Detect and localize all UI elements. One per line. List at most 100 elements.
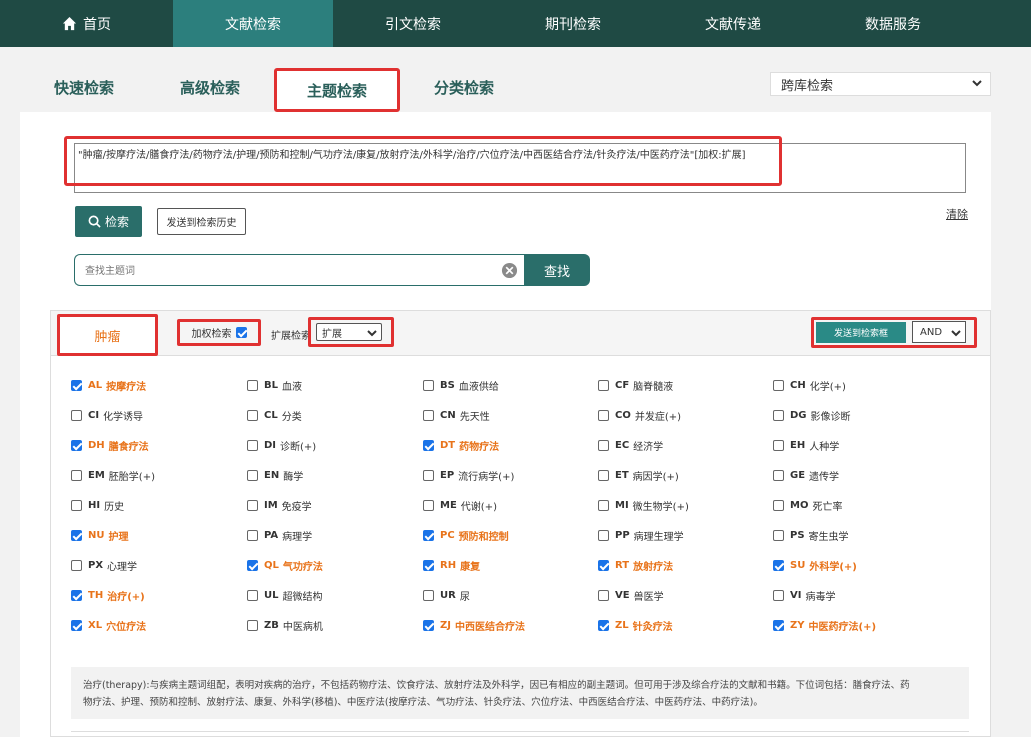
subheading-item-et[interactable]: ET 病因学(+) (598, 468, 679, 483)
subheading-checkbox[interactable] (598, 500, 609, 511)
subheading-item-ep[interactable]: EP 流行病学(+) (423, 468, 514, 483)
subheading-checkbox[interactable] (247, 590, 258, 601)
subheading-checkbox[interactable] (423, 530, 434, 541)
subheading-checkbox[interactable] (71, 530, 82, 541)
subheading-checkbox[interactable] (423, 500, 434, 511)
nav-literature-search[interactable]: 文献检索 (173, 0, 333, 47)
nav-document-delivery[interactable]: 文献传递 (653, 0, 813, 47)
clear-link[interactable]: 清除 (946, 206, 968, 222)
subheading-checkbox[interactable] (773, 500, 784, 511)
subheading-item-bl[interactable]: BL 血液 (247, 378, 302, 393)
operator-select[interactable]: AND (912, 321, 966, 343)
subheading-item-px[interactable]: PX 心理学 (71, 558, 137, 573)
nav-data-service[interactable]: 数据服务 (813, 0, 973, 47)
tab-advanced-search[interactable]: 高级检索 (180, 62, 240, 112)
subheading-checkbox[interactable] (598, 380, 609, 391)
subheading-item-cn[interactable]: CN 先天性 (423, 408, 490, 423)
subheading-checkbox[interactable] (423, 380, 434, 391)
clear-input-icon[interactable] (501, 262, 518, 279)
subheading-item-im[interactable]: IM 免疫学 (247, 498, 312, 513)
tab-quick-search[interactable]: 快速检索 (54, 62, 114, 112)
subheading-checkbox[interactable] (247, 500, 258, 511)
subheading-item-rh[interactable]: RH 康复 (423, 558, 480, 573)
subheading-checkbox[interactable] (773, 560, 784, 571)
subheading-checkbox[interactable] (71, 440, 82, 451)
subheading-checkbox[interactable] (773, 530, 784, 541)
subheading-checkbox[interactable] (423, 470, 434, 481)
subheading-item-me[interactable]: ME 代谢(+) (423, 498, 497, 513)
subheading-item-mi[interactable]: MI 微生物学(+) (598, 498, 689, 513)
term-search-input[interactable] (85, 262, 485, 280)
subheading-item-zl[interactable]: ZL 针灸疗法 (598, 618, 673, 633)
subheading-item-ch[interactable]: CH 化学(+) (773, 378, 846, 393)
subheading-item-cf[interactable]: CF 脑脊髓液 (598, 378, 673, 393)
subheading-item-th[interactable]: TH 治疗(+) (71, 588, 145, 603)
subheading-checkbox[interactable] (71, 410, 82, 421)
weighted-search-option[interactable]: 加权检索 (177, 319, 261, 346)
subheading-checkbox[interactable] (423, 440, 434, 451)
subheading-checkbox[interactable] (247, 560, 258, 571)
subheading-item-en[interactable]: EN 酶学 (247, 468, 303, 483)
subheading-item-ci[interactable]: CI 化学诱导 (71, 408, 143, 423)
subheading-item-pc[interactable]: PC 预防和控制 (423, 528, 509, 543)
subheading-item-ge[interactable]: GE 遗传学 (773, 468, 839, 483)
subheading-checkbox[interactable] (598, 440, 609, 451)
nav-home[interactable]: 首页 (0, 0, 173, 47)
subheading-checkbox[interactable] (598, 620, 609, 631)
subheading-checkbox[interactable] (71, 620, 82, 631)
subheading-checkbox[interactable] (247, 620, 258, 631)
subheading-checkbox[interactable] (423, 590, 434, 601)
subheading-checkbox[interactable] (773, 440, 784, 451)
subheading-item-ve[interactable]: VE 兽医学 (598, 588, 664, 603)
subheading-item-vi[interactable]: VI 病毒学 (773, 588, 835, 603)
subheading-item-ps[interactable]: PS 寄生虫学 (773, 528, 849, 543)
subheading-checkbox[interactable] (773, 380, 784, 391)
subheading-item-dt[interactable]: DT 药物疗法 (423, 438, 499, 453)
subheading-checkbox[interactable] (247, 380, 258, 391)
subheading-item-di[interactable]: DI 诊断(+) (247, 438, 316, 453)
weighted-search-checkbox[interactable] (235, 327, 247, 338)
subheading-checkbox[interactable] (71, 560, 82, 571)
subheading-item-zy[interactable]: ZY 中医药疗法(+) (773, 618, 876, 633)
heading-tab[interactable]: 肿瘤 (57, 314, 158, 356)
subheading-item-al[interactable]: AL 按摩疗法 (71, 378, 146, 393)
tab-classification-search[interactable]: 分类检索 (434, 62, 494, 112)
find-button[interactable]: 查找 (524, 254, 590, 286)
subheading-item-rt[interactable]: RT 放射疗法 (598, 558, 673, 573)
subheading-item-pp[interactable]: PP 病理生理学 (598, 528, 684, 543)
subheading-checkbox[interactable] (423, 620, 434, 631)
subheading-item-hi[interactable]: HI 历史 (71, 498, 124, 513)
subheading-checkbox[interactable] (423, 560, 434, 571)
subheading-item-zj[interactable]: ZJ 中西医结合疗法 (423, 618, 525, 633)
subheading-item-mo[interactable]: MO 死亡率 (773, 498, 842, 513)
subheading-checkbox[interactable] (598, 410, 609, 421)
subheading-item-su[interactable]: SU 外科学(+) (773, 558, 857, 573)
subheading-checkbox[interactable] (71, 470, 82, 481)
subheading-item-xl[interactable]: XL 穴位疗法 (71, 618, 146, 633)
subheading-checkbox[interactable] (598, 560, 609, 571)
subheading-item-co[interactable]: CO 并发症(+) (598, 408, 681, 423)
subheading-checkbox[interactable] (71, 500, 82, 511)
subheading-checkbox[interactable] (773, 410, 784, 421)
subheading-checkbox[interactable] (773, 590, 784, 601)
subheading-item-dh[interactable]: DH 膳食疗法 (71, 438, 149, 453)
expand-select[interactable]: 扩展 (316, 323, 382, 341)
subheading-checkbox[interactable] (71, 590, 82, 601)
nav-citation-search[interactable]: 引文检索 (333, 0, 493, 47)
subheading-item-ec[interactable]: EC 经济学 (598, 438, 663, 453)
tab-subject-search[interactable]: 主题检索 (274, 68, 400, 112)
search-button[interactable]: 检索 (75, 206, 142, 237)
subheading-checkbox[interactable] (598, 590, 609, 601)
subheading-checkbox[interactable] (598, 470, 609, 481)
subheading-item-zb[interactable]: ZB 中医病机 (247, 618, 323, 633)
subheading-item-ql[interactable]: QL 气功疗法 (247, 558, 323, 573)
subheading-checkbox[interactable] (773, 470, 784, 481)
subheading-checkbox[interactable] (247, 530, 258, 541)
nav-journal-search[interactable]: 期刊检索 (493, 0, 653, 47)
send-to-query-button[interactable]: 发送到检索框 (816, 322, 906, 343)
subheading-item-em[interactable]: EM 胚胎学(+) (71, 468, 155, 483)
subheading-item-ul[interactable]: UL 超微结构 (247, 588, 323, 603)
subheading-item-eh[interactable]: EH 人种学 (773, 438, 839, 453)
subheading-checkbox[interactable] (247, 440, 258, 451)
subheading-checkbox[interactable] (423, 410, 434, 421)
